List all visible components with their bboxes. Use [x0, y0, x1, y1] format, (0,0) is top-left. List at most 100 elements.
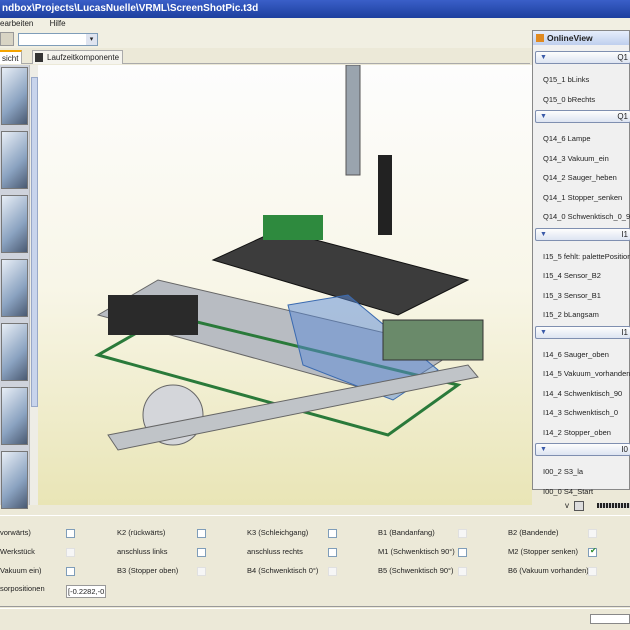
- thumbnail[interactable]: [1, 195, 28, 253]
- signal-item: Q14_0 Schwenktisch_0_90: [543, 212, 630, 221]
- collapse-icon[interactable]: ▼: [540, 444, 547, 455]
- group-label: I1: [621, 327, 628, 337]
- group-header[interactable]: ▼ I1: [535, 325, 630, 339]
- io-checkbox[interactable]: [197, 567, 206, 576]
- online-view-panel: OnlineView ▼ Q1 Q15_1 bLinks Q15_0 bRechts ▼…: [532, 30, 630, 496]
- status-bar: [0, 610, 630, 630]
- io-checkbox[interactable]: [458, 529, 467, 538]
- collapse-icon[interactable]: ▼: [540, 229, 547, 240]
- signal-item: I00_0 S4_Start: [543, 486, 594, 496]
- signal-item: I15_2 bLangsam: [543, 310, 599, 319]
- thumbnail-strip: [0, 65, 29, 509]
- group-header[interactable]: ▼ I1: [535, 227, 630, 241]
- signal-item: Q14_2 Sauger_heben: [543, 173, 617, 182]
- signal-item: Q14_6 Lampe: [543, 134, 591, 143]
- component-icon: [35, 53, 43, 62]
- scrollbar-thumb[interactable]: [31, 77, 38, 407]
- io-label: B1 (Bandanfang): [378, 528, 435, 537]
- positions-label: sorpositionen: [0, 584, 45, 593]
- signal-item: I15_4 Sensor_B2: [543, 271, 601, 280]
- signal-item: Q15_1 bLinks: [543, 75, 590, 84]
- zoom-slider[interactable]: [597, 503, 630, 508]
- io-label: B4 (Schwenktisch 0°): [247, 566, 319, 575]
- io-checkbox[interactable]: [458, 548, 467, 557]
- thumbnail[interactable]: [1, 131, 28, 189]
- vertical-column: [345, 64, 361, 176]
- thumbnail-scrollbar[interactable]: [29, 65, 38, 505]
- io-label: Vakuum ein): [0, 566, 42, 575]
- 3d-viewport[interactable]: [38, 64, 532, 505]
- tab-laufzeitkomponente[interactable]: Laufzeitkomponente: [32, 50, 124, 64]
- machine-model: [94, 64, 484, 451]
- group-header[interactable]: ▼ Q1: [535, 51, 630, 64]
- io-label: M1 (Schwenktisch 90°): [378, 547, 455, 556]
- group-label: I1: [621, 229, 628, 239]
- collapse-icon[interactable]: ▼: [540, 327, 547, 338]
- io-checkbox[interactable]: [588, 567, 597, 576]
- app-icon: [536, 34, 544, 42]
- view-toggle-label: v: [565, 501, 569, 510]
- online-view-header: OnlineView: [533, 31, 629, 45]
- io-label: K3 (Schleichgang): [247, 528, 309, 537]
- collapse-icon[interactable]: ▼: [540, 111, 547, 122]
- io-checkbox[interactable]: [328, 548, 337, 557]
- status-field: [590, 614, 630, 624]
- io-checkbox[interactable]: [66, 567, 75, 576]
- check-icon: ✔: [590, 546, 597, 555]
- io-checkbox[interactable]: [588, 529, 597, 538]
- menu-bar: earbeiten Hilfe: [0, 18, 630, 30]
- tab-strip: sicht Laufzeitkomponente: [0, 48, 530, 64]
- thumbnail[interactable]: [1, 259, 28, 317]
- io-label: B5 (Schwenktisch 90°): [378, 566, 454, 575]
- io-checkbox[interactable]: [66, 529, 75, 538]
- thumbnail[interactable]: [1, 67, 28, 125]
- io-checkbox[interactable]: [458, 567, 467, 576]
- io-checkbox[interactable]: [66, 548, 75, 557]
- thumbnail[interactable]: [1, 387, 28, 445]
- tab-ansicht[interactable]: sicht: [0, 50, 23, 64]
- signal-item: I14_2 Stopper_oben: [543, 427, 611, 437]
- view-icon-button[interactable]: [0, 32, 14, 46]
- group-label: Q1: [617, 53, 628, 62]
- online-view-title: OnlineView: [547, 33, 593, 43]
- io-checkbox[interactable]: ✔: [588, 546, 597, 557]
- signal-item: I00_2 S3_la: [543, 467, 584, 476]
- io-checkbox[interactable]: [197, 548, 206, 557]
- thumbnail[interactable]: [1, 451, 28, 509]
- io-label: K2 (rückwärts): [117, 528, 166, 537]
- signal-item: Q14_1 Stopper_senken: [543, 192, 623, 202]
- io-checkbox[interactable]: [197, 529, 206, 538]
- view-toggle-checkbox[interactable]: [574, 501, 584, 511]
- cylinder-unit: [378, 155, 392, 235]
- io-label: anschluss rechts: [247, 547, 303, 556]
- io-label: anschluss links: [117, 547, 168, 556]
- motor-block: [108, 295, 198, 335]
- io-checkbox[interactable]: [328, 529, 337, 538]
- group-label: Q1: [617, 112, 628, 121]
- io-label: Werkstück: [0, 547, 35, 556]
- group-header[interactable]: ▼ I0: [535, 443, 630, 456]
- positions-field[interactable]: [-0.2282,-0.: [66, 585, 106, 598]
- group-header[interactable]: ▼ Q1: [535, 110, 630, 123]
- signal-item: I15_5 fehlt: palettePositionier: [543, 251, 630, 261]
- view-combobox[interactable]: ▾: [18, 33, 98, 46]
- signal-item: I14_5 Vakuum_vorhanden: [543, 369, 630, 378]
- group-label: I0: [621, 445, 628, 454]
- io-checkbox[interactable]: [328, 567, 337, 576]
- chevron-down-icon[interactable]: ▾: [86, 34, 97, 45]
- io-label: B2 (Bandende): [508, 528, 559, 537]
- signal-item: Q15_0 bRechts: [543, 94, 596, 104]
- menu-hilfe[interactable]: Hilfe: [50, 19, 66, 28]
- signal-item: I14_3 Schwenktisch_0: [543, 408, 619, 417]
- circuit-board: [382, 319, 484, 361]
- io-label: vorwärts): [0, 528, 31, 537]
- signal-item: I15_3 Sensor_B1: [543, 290, 601, 300]
- signal-item: I14_4 Schwenktisch_90: [543, 388, 623, 398]
- io-label: M2 (Stopper senken): [508, 547, 579, 556]
- signal-item: I14_6 Sauger_oben: [543, 349, 609, 359]
- menu-bearbeiten[interactable]: earbeiten: [0, 19, 33, 28]
- divider: [0, 606, 630, 609]
- thumbnail[interactable]: [1, 323, 28, 381]
- io-label: B3 (Stopper oben): [117, 566, 179, 575]
- collapse-icon[interactable]: ▼: [540, 52, 547, 63]
